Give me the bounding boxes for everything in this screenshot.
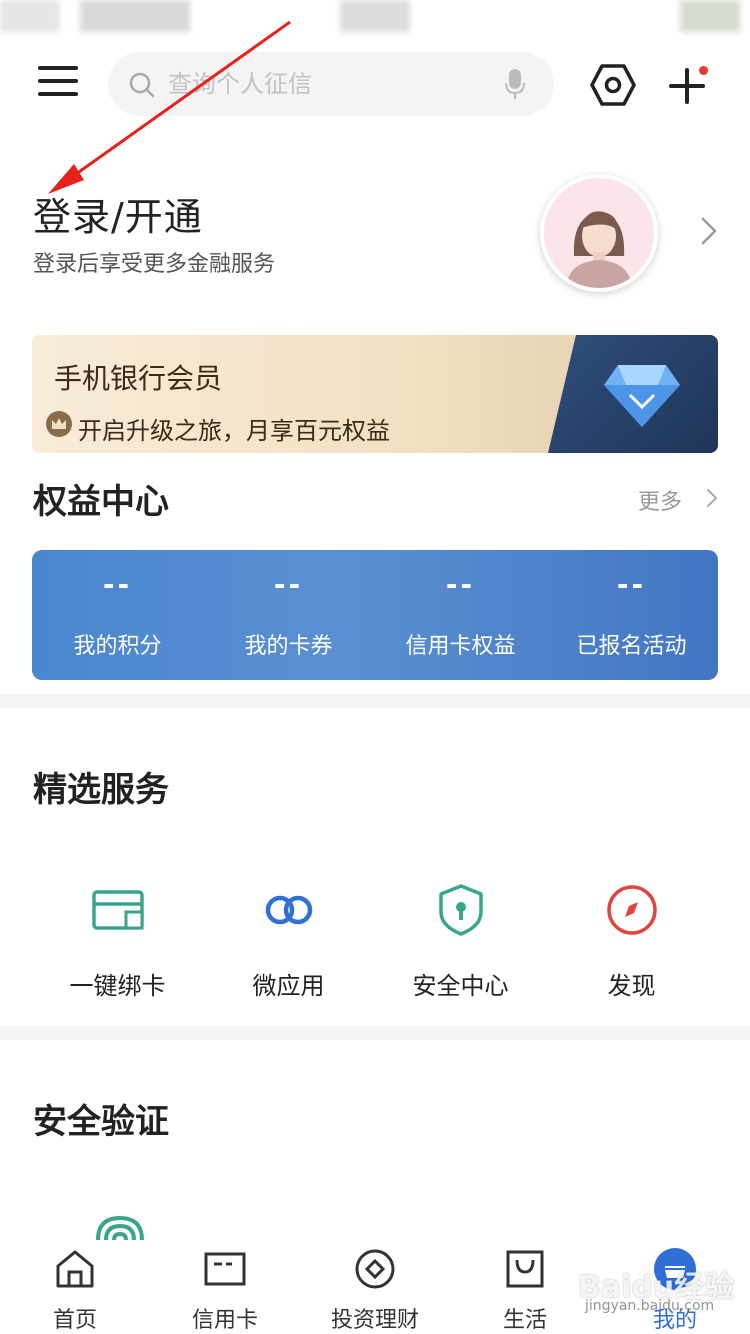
microphone-icon[interactable] bbox=[504, 68, 526, 100]
rights-value: -- bbox=[445, 568, 476, 601]
service-label: 一键绑卡 bbox=[69, 972, 166, 1000]
rights-center-title: 权益中心 bbox=[33, 482, 169, 522]
tab-investment[interactable]: 投资理财 bbox=[300, 1242, 450, 1334]
search-icon bbox=[129, 72, 155, 98]
rights-item-registered-activities[interactable]: -- 已报名活动 bbox=[546, 550, 717, 680]
avatar[interactable] bbox=[540, 174, 658, 292]
tab-label: 投资理财 bbox=[330, 1308, 419, 1333]
service-discover[interactable]: 发现 bbox=[546, 860, 717, 1000]
rights-item-credit-card-benefits[interactable]: -- 信用卡权益 bbox=[375, 550, 546, 680]
login-subtitle: 登录后享受更多金融服务 bbox=[33, 252, 276, 277]
rights-label: 已报名活动 bbox=[576, 634, 687, 659]
search-bar[interactable] bbox=[108, 52, 554, 116]
compass-icon bbox=[607, 885, 657, 935]
invest-icon bbox=[355, 1249, 395, 1289]
tab-credit-card[interactable]: 信用卡 bbox=[150, 1242, 300, 1334]
rights-value: -- bbox=[273, 568, 304, 601]
chevron-right-icon[interactable] bbox=[700, 216, 718, 246]
shopping-bag-icon bbox=[506, 1250, 544, 1288]
tab-label: 首页 bbox=[52, 1308, 97, 1333]
fingerprint-icon[interactable] bbox=[94, 1214, 146, 1242]
rights-value: -- bbox=[616, 568, 647, 601]
tab-label: 信用卡 bbox=[191, 1308, 258, 1333]
member-banner-title: 手机银行会员 bbox=[54, 362, 223, 395]
member-banner[interactable]: 手机银行会员 开启升级之旅，月享百元权益 bbox=[32, 335, 718, 453]
service-security-center[interactable]: 安全中心 bbox=[375, 860, 546, 1000]
menu-icon[interactable] bbox=[38, 66, 78, 100]
login-section[interactable]: 登录/开通 登录后享受更多金融服务 bbox=[0, 170, 750, 300]
status-bar bbox=[0, 0, 750, 36]
link-icon bbox=[265, 895, 313, 925]
section-divider bbox=[0, 1026, 750, 1040]
rights-label: 我的卡券 bbox=[244, 634, 333, 659]
bind-card-icon bbox=[92, 890, 144, 930]
tab-label: 生活 bbox=[502, 1308, 547, 1333]
service-bind-card[interactable]: 一键绑卡 bbox=[32, 860, 203, 1000]
service-label: 发现 bbox=[607, 972, 656, 1000]
rights-label: 信用卡权益 bbox=[405, 634, 516, 659]
more-link[interactable]: 更多 bbox=[638, 484, 682, 516]
credit-card-icon bbox=[204, 1252, 246, 1286]
rights-item-points[interactable]: -- 我的积分 bbox=[32, 550, 203, 680]
watermark-url: jingyan.baidu.com bbox=[585, 1298, 715, 1314]
top-bar bbox=[0, 50, 750, 120]
shield-icon bbox=[439, 884, 483, 936]
login-title[interactable]: 登录/开通 bbox=[33, 186, 203, 241]
avatar-placeholder-icon bbox=[566, 211, 632, 288]
tab-home[interactable]: 首页 bbox=[0, 1242, 150, 1334]
service-label: 微应用 bbox=[252, 972, 325, 1000]
service-label: 安全中心 bbox=[412, 972, 509, 1000]
member-banner-subtitle: 开启升级之旅，月享百元权益 bbox=[78, 417, 390, 445]
notification-dot bbox=[699, 66, 708, 75]
rights-label: 我的积分 bbox=[73, 634, 162, 659]
search-input[interactable] bbox=[168, 65, 488, 103]
service-micro-apps[interactable]: 微应用 bbox=[203, 860, 374, 1000]
home-icon bbox=[56, 1250, 94, 1288]
add-button[interactable] bbox=[666, 64, 708, 106]
rights-value: -- bbox=[102, 568, 133, 601]
rights-panel: -- 我的积分 -- 我的卡券 -- 信用卡权益 -- 已报名活动 bbox=[32, 550, 718, 680]
diamond-icon bbox=[604, 365, 680, 427]
services-title: 精选服务 bbox=[33, 770, 169, 810]
security-title: 安全验证 bbox=[33, 1102, 169, 1142]
settings-icon[interactable] bbox=[590, 62, 636, 108]
section-divider bbox=[0, 694, 750, 708]
chevron-right-icon[interactable] bbox=[706, 488, 718, 508]
rights-item-coupons[interactable]: -- 我的卡券 bbox=[203, 550, 374, 680]
crown-icon bbox=[46, 411, 72, 437]
